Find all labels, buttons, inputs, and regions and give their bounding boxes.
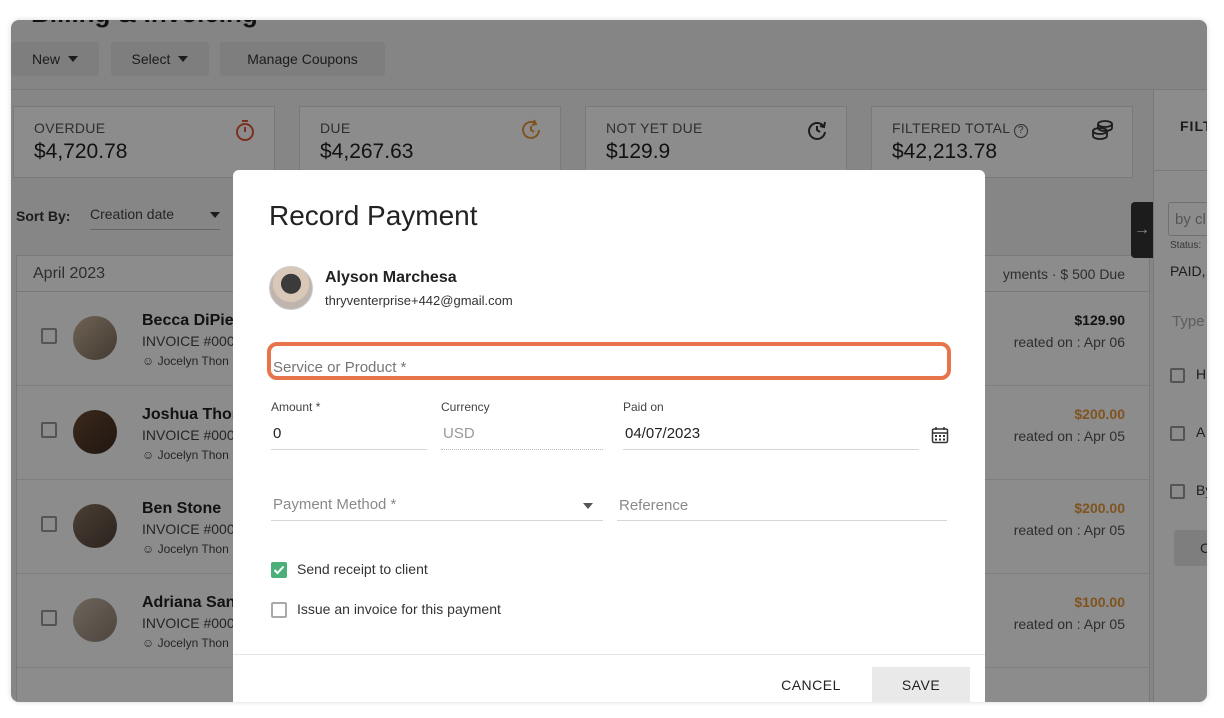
divider	[441, 449, 603, 450]
client-name: Alyson Marchesa	[325, 269, 457, 286]
reference-input[interactable]: Reference	[619, 497, 688, 514]
focus-highlight	[267, 342, 951, 380]
amount-label: Amount *	[271, 400, 321, 414]
chevron-down-icon[interactable]	[583, 503, 593, 509]
payment-method-select[interactable]: Payment Method *	[273, 496, 396, 513]
calendar-icon[interactable]	[931, 426, 949, 444]
currency-label: Currency	[441, 400, 490, 414]
amount-input[interactable]: 0	[273, 425, 281, 442]
issue-invoice-checkbox[interactable]	[271, 602, 287, 618]
issue-invoice-label: Issue an invoice for this payment	[297, 601, 501, 617]
billing-page: Billing & Invoicing New Select Manage Co…	[11, 20, 1207, 702]
client-email: thryventerprise+442@gmail.com	[325, 293, 513, 308]
divider	[271, 449, 427, 450]
divider	[271, 520, 603, 521]
paid-on-input[interactable]: 04/07/2023	[625, 425, 700, 442]
cancel-button[interactable]: CANCEL	[763, 669, 859, 701]
currency-value: USD	[443, 425, 475, 442]
dialog-title: Record Payment	[269, 200, 478, 231]
checkmark-icon	[273, 565, 285, 575]
send-receipt-label: Send receipt to client	[297, 561, 428, 577]
send-receipt-checkbox[interactable]	[271, 562, 287, 578]
divider	[617, 520, 947, 521]
dialog-footer: CANCEL SAVE	[233, 654, 985, 702]
paid-on-label: Paid on	[623, 400, 664, 414]
record-payment-dialog: Record Payment Alyson Marchesa thryvente…	[233, 170, 985, 702]
divider	[623, 449, 919, 450]
save-button[interactable]: SAVE	[872, 667, 970, 702]
avatar	[269, 266, 313, 310]
app-window: Billing & Invoicing New Select Manage Co…	[11, 20, 1207, 702]
